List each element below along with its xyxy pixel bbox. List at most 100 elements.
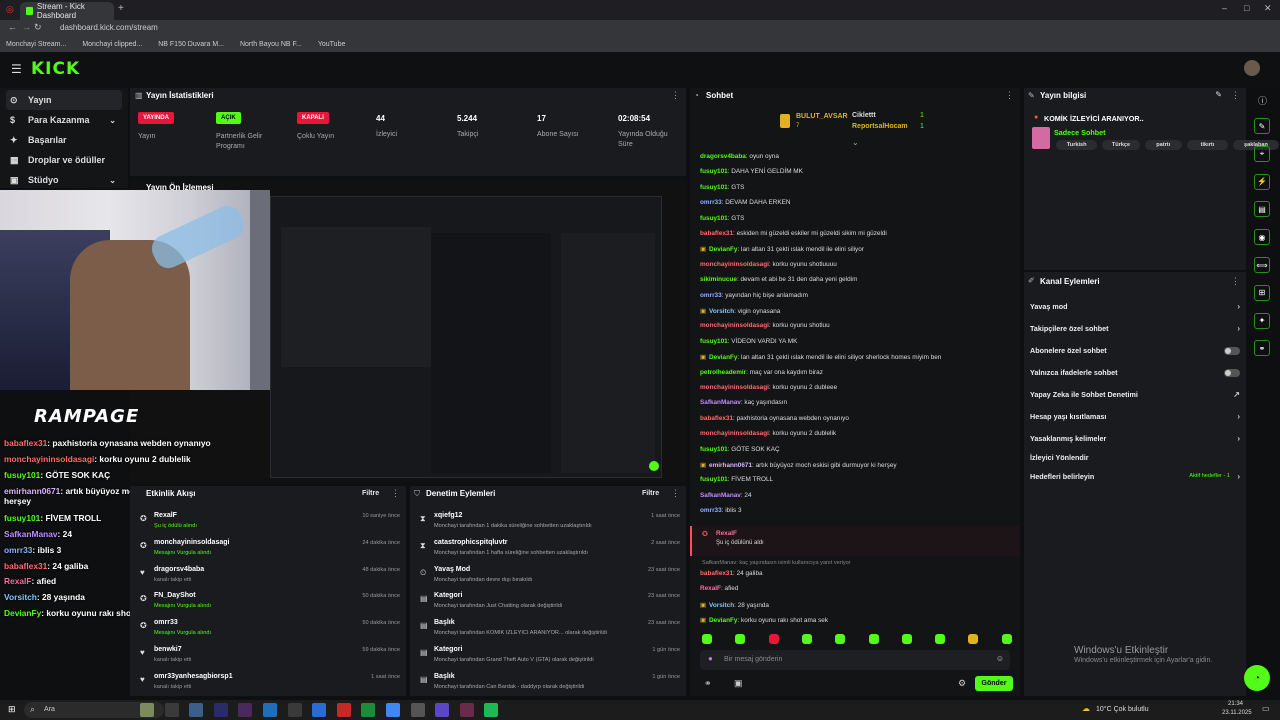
chat-username[interactable]: DevianFy xyxy=(709,617,737,624)
moderation-name[interactable]: Kategori xyxy=(434,646,462,653)
chat-username[interactable]: dragorsv4baba xyxy=(700,153,746,160)
clock-date[interactable]: 23.11.2025 xyxy=(1222,710,1252,716)
start-icon[interactable]: ⊞ xyxy=(8,704,16,715)
bolt-icon[interactable]: ⚡ xyxy=(1254,173,1270,190)
chat-username[interactable]: Vorsitch xyxy=(709,308,734,315)
event-name[interactable]: dragorsv4baba xyxy=(154,566,204,573)
chat-username[interactable]: emirhann0671 xyxy=(709,462,752,469)
chat-username[interactable]: babaflex31 xyxy=(4,438,47,448)
top-user-name[interactable]: ReportsalHocam xyxy=(852,123,908,130)
emote-icon[interactable] xyxy=(968,634,979,644)
chat-username[interactable]: omrr33 xyxy=(4,545,32,555)
chevron-right-icon[interactable]: › xyxy=(1237,324,1240,333)
url-field[interactable]: dashboard.kick.com/stream xyxy=(60,23,158,32)
chat-username[interactable]: petrolheademir xyxy=(700,369,746,376)
maximize-icon[interactable]: □ xyxy=(1244,3,1249,13)
chat-username[interactable]: RexalF xyxy=(4,576,31,586)
chat-username[interactable]: Vorsitch xyxy=(709,602,734,609)
send-button[interactable]: Gönder xyxy=(975,676,1013,691)
moderation-name[interactable]: Başlık xyxy=(434,673,455,680)
more-options-icon[interactable]: ⋮ xyxy=(671,488,680,499)
browser-tab[interactable]: Stream - Kick Dashboard xyxy=(20,2,114,20)
grid-icon[interactable]: ⊞ xyxy=(1254,284,1270,301)
taskbar-app-icon[interactable] xyxy=(410,703,425,717)
external-link-icon[interactable]: ↗ xyxy=(1233,390,1240,399)
tag-chip[interactable]: patrtı xyxy=(1144,140,1182,150)
toggle-switch[interactable] xyxy=(1224,369,1240,377)
emote-icon[interactable] xyxy=(768,634,779,644)
channel-action-8[interactable]: Hedefleri belirleyin Aktif hedefler - 1 › xyxy=(1030,472,1240,481)
info-icon[interactable]: ⓘ xyxy=(1258,94,1267,107)
moderation-name[interactable]: Başlık xyxy=(434,619,455,626)
sidebar-item-2[interactable]: ✦ Başarılar xyxy=(6,130,122,150)
more-options-icon[interactable]: ⋮ xyxy=(671,90,680,101)
chat-username[interactable]: sikiminucue xyxy=(700,276,737,283)
chat-username[interactable]: omrr33 xyxy=(700,292,722,299)
chat-username[interactable]: DevianFy xyxy=(4,608,41,618)
taskbar-app-icon[interactable] xyxy=(312,703,327,717)
new-tab-icon[interactable]: + xyxy=(118,3,124,14)
category-thumbnail[interactable] xyxy=(1032,127,1050,149)
emoji-icon[interactable]: ☺ xyxy=(996,654,1004,663)
chat-username[interactable]: babaflex31 xyxy=(700,230,733,237)
channel-action-0[interactable]: Yavaş mod › xyxy=(1030,302,1240,311)
channel-action-2[interactable]: Abonelere özel sohbet xyxy=(1030,346,1240,355)
event-name[interactable]: RexalF xyxy=(154,512,177,519)
tag-chip[interactable]: tikırtı xyxy=(1186,140,1229,150)
chat-username[interactable]: babaflex31 xyxy=(4,561,47,571)
bookmark-item[interactable]: YouTube xyxy=(318,41,346,48)
chat-username[interactable]: monchayininsoldasagi xyxy=(700,261,769,268)
chat-input[interactable]: ● Bir mesaj gönderin ☺ xyxy=(700,650,1010,670)
chat-username[interactable]: fusuy101 xyxy=(4,513,40,523)
wrench-icon[interactable]: ✦ xyxy=(1254,312,1270,329)
taskbar-app-icon[interactable] xyxy=(386,703,400,717)
emote-icon[interactable] xyxy=(702,634,712,644)
more-options-icon[interactable]: ⋮ xyxy=(1231,276,1240,287)
top-gifter-name[interactable]: BULUT_AVSAR xyxy=(796,113,848,120)
taskbar-app-icon[interactable] xyxy=(435,703,450,717)
page-icon[interactable]: ▤ xyxy=(1254,201,1270,218)
chat-username[interactable]: monchayininsoldasagi xyxy=(700,322,769,329)
chat-username[interactable]: emirhann0671 xyxy=(4,486,60,496)
event-name[interactable]: omrr33 xyxy=(154,619,178,626)
chat-username[interactable]: monchayininsoldasagi xyxy=(4,454,94,464)
chat-username[interactable]: fusuy101 xyxy=(700,184,728,191)
bookmark-item[interactable]: North Bayou NB F... xyxy=(240,41,302,48)
chat-username[interactable]: fusuy101 xyxy=(700,338,728,345)
emote-icon[interactable] xyxy=(868,634,879,644)
avatar[interactable] xyxy=(1244,60,1260,76)
emote-icon[interactable] xyxy=(901,634,912,644)
taskbar-app-icon[interactable] xyxy=(238,703,253,717)
chat-bubble-icon[interactable]: ◉ xyxy=(1254,229,1270,246)
moderation-name[interactable]: catastrophicspitqluvtr xyxy=(434,539,508,546)
minimize-icon[interactable]: – xyxy=(1222,3,1227,13)
chat-username[interactable]: fusuy101 xyxy=(4,470,40,480)
chat-username[interactable]: omrr33 xyxy=(700,507,722,514)
chevron-down-icon[interactable]: ⌄ xyxy=(109,116,116,125)
moderation-name[interactable]: Kategori xyxy=(434,592,462,599)
channel-action-1[interactable]: Takipçilere özel sohbet › xyxy=(1030,324,1240,333)
chat-username[interactable]: SafkanManav xyxy=(700,399,741,406)
chat-settings-icon[interactable]: ⚙ xyxy=(958,678,966,689)
reload-icon[interactable]: ↻ xyxy=(34,22,42,33)
emote-icon[interactable] xyxy=(1001,634,1012,644)
menu-icon[interactable]: ☰ xyxy=(11,62,22,76)
moderation-filter-button[interactable]: Filtre xyxy=(642,490,659,497)
event-name[interactable]: omr33yanhesagbiorsp1 xyxy=(154,673,233,680)
chat-username[interactable]: fusuy101 xyxy=(700,446,728,453)
channel-action-3[interactable]: Yalnızca ifadelerle sohbet xyxy=(1030,368,1240,377)
more-options-icon[interactable]: ⋮ xyxy=(1005,90,1014,101)
users-icon[interactable]: ⚭ xyxy=(1254,340,1270,357)
top-user-name[interactable]: Ciklettt xyxy=(852,112,876,119)
emote-icon[interactable] xyxy=(835,634,846,644)
emote-icon[interactable] xyxy=(935,634,946,644)
forward-icon[interactable]: → xyxy=(22,22,31,32)
chat-username[interactable]: DevianFy xyxy=(709,246,737,253)
swap-icon[interactable]: ⟺ xyxy=(1254,257,1270,273)
more-options-icon[interactable]: ⋮ xyxy=(391,488,400,499)
taskbar-app-icon[interactable] xyxy=(213,703,228,717)
chat-username[interactable]: omrr33 xyxy=(700,199,722,206)
bookmark-item[interactable]: Monchayi Stream... xyxy=(6,41,66,48)
taskbar-app-icon[interactable] xyxy=(459,703,474,717)
close-window-icon[interactable]: ✕ xyxy=(1264,3,1272,14)
